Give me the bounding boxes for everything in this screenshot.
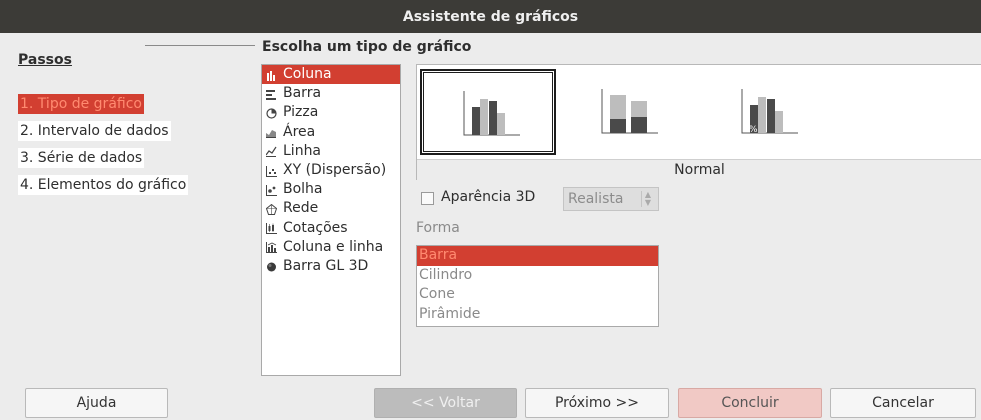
- variant-normal[interactable]: [420, 69, 556, 155]
- appearance-3d-checkbox[interactable]: [421, 192, 434, 205]
- variant-percent-stacked[interactable]: %: [700, 69, 836, 155]
- line-chart-icon: [266, 145, 277, 158]
- chart-variant-panel: % Normal: [416, 64, 981, 181]
- shape-label: Forma: [416, 220, 460, 236]
- chart-type-label: Pizza: [283, 104, 319, 121]
- chart-type-gl3d[interactable]: Barra GL 3D: [262, 257, 400, 276]
- shape-option[interactable]: Cilindro: [417, 266, 658, 286]
- bubble-chart-icon: [266, 184, 277, 196]
- chart-type-bubble[interactable]: Bolha: [262, 180, 400, 199]
- net-chart-icon: [266, 203, 277, 215]
- svg-text:%: %: [749, 125, 758, 135]
- percent-stacked-column-icon: %: [741, 89, 798, 135]
- back-button[interactable]: << Voltar: [374, 388, 517, 418]
- chart-type-label: Barra: [283, 85, 322, 102]
- chart-type-label: XY (Dispersão): [283, 162, 387, 179]
- appearance-scheme-value: Realista: [568, 191, 624, 207]
- chart-type-scatter[interactable]: XY (Dispersão): [262, 161, 400, 180]
- chart-type-line[interactable]: Linha: [262, 142, 400, 161]
- chart-type-net[interactable]: Rede: [262, 199, 400, 218]
- shape-list[interactable]: Barra Cilindro Cone Pirâmide: [416, 245, 659, 327]
- bar-chart-icon: [266, 88, 277, 100]
- chart-type-label: Bolha: [283, 181, 323, 198]
- chart-type-pie[interactable]: Pizza: [262, 103, 400, 122]
- chart-type-list[interactable]: Coluna Barra Pizza Área Linha XY (Disper…: [261, 64, 401, 376]
- variant-label: Normal: [417, 159, 981, 181]
- spin-arrows-icon[interactable]: ▲ ▼: [641, 191, 654, 207]
- chart-type-stock[interactable]: Cotações: [262, 219, 400, 238]
- variant-stacked[interactable]: [560, 69, 696, 155]
- chart-type-area[interactable]: Área: [262, 123, 400, 142]
- finish-button[interactable]: Concluir: [678, 388, 822, 418]
- gl3d-bar-chart-icon: [266, 260, 277, 272]
- column-line-chart-icon: [266, 241, 277, 254]
- scatter-chart-icon: [266, 165, 277, 177]
- next-button[interactable]: Próximo >>: [525, 388, 669, 418]
- chart-type-label: Rede: [283, 200, 319, 217]
- steps-separator: [145, 45, 255, 46]
- chart-type-label: Coluna e linha: [283, 238, 384, 255]
- chart-type-label: Área: [283, 123, 316, 140]
- shape-option[interactable]: Barra: [417, 246, 658, 266]
- chart-type-column[interactable]: Coluna: [262, 65, 400, 85]
- appearance-3d-label: Aparência 3D: [441, 189, 536, 205]
- stock-chart-icon: [266, 222, 277, 235]
- column-chart-icon: [266, 69, 277, 81]
- chart-type-bar[interactable]: Barra: [262, 84, 400, 103]
- step-data-range[interactable]: 2. Intervalo de dados: [18, 121, 171, 141]
- stacked-column-icon: [601, 89, 658, 134]
- pie-chart-icon: [266, 107, 277, 119]
- area-chart-icon: [266, 126, 277, 139]
- chart-type-column-line[interactable]: Coluna e linha: [262, 238, 400, 257]
- cancel-button[interactable]: Cancelar: [830, 388, 976, 418]
- step-data-series[interactable]: 3. Série de dados: [18, 148, 145, 168]
- chart-type-label: Coluna: [283, 66, 332, 83]
- shape-option[interactable]: Pirâmide: [417, 305, 658, 325]
- normal-column-icon: [463, 91, 520, 136]
- step-chart-elements[interactable]: 4. Elementos do gráfico: [18, 175, 189, 195]
- chart-type-label: Linha: [283, 142, 322, 159]
- chart-type-label: Cotações: [283, 219, 348, 236]
- chart-type-label: Barra GL 3D: [283, 257, 369, 274]
- steps-heading: Passos: [18, 52, 72, 68]
- help-button[interactable]: Ajuda: [25, 388, 168, 418]
- shape-option[interactable]: Cone: [417, 285, 658, 305]
- window-title: Assistente de gráficos: [0, 0, 981, 33]
- step-chart-type[interactable]: 1. Tipo de gráfico: [18, 94, 144, 114]
- appearance-scheme-combo[interactable]: Realista ▲ ▼: [563, 187, 659, 211]
- section-title: Escolha um tipo de gráfico: [262, 39, 472, 55]
